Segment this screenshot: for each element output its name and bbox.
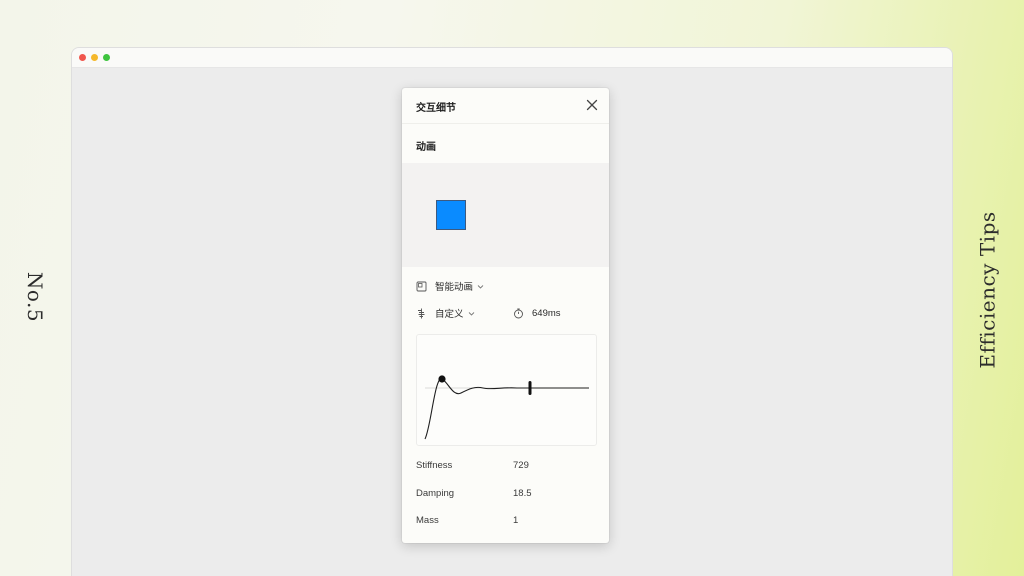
animation-section-title: 动画: [416, 142, 436, 153]
animation-type-label: 智能动画: [435, 282, 474, 293]
episode-number: No.5: [23, 271, 47, 323]
damping-value[interactable]: 18.5: [513, 488, 532, 499]
panel-header: 交互细节: [402, 88, 609, 124]
easing-dropdown[interactable]: 自定义: [416, 306, 475, 320]
series-title: Efficiency Tips: [976, 211, 1000, 369]
side-label-left: No.5: [20, 262, 50, 332]
preview-layer-square: [436, 200, 466, 230]
spring-curve: [424, 378, 589, 440]
duration-field[interactable]: 649ms: [513, 306, 561, 320]
duration-value: 649ms: [532, 307, 561, 319]
easing-icon: [418, 308, 425, 318]
close-panel-button[interactable]: [585, 98, 599, 112]
stiffness-value[interactable]: 729: [513, 460, 529, 471]
chevron-down-icon: [468, 311, 474, 316]
panel-title: 交互细节: [416, 103, 456, 114]
maximize-window-button[interactable]: [103, 54, 110, 61]
animation-preview: [402, 163, 609, 267]
easing-label: 自定义: [435, 309, 464, 320]
interaction-details-panel: 交互细节 动画 智能动画 自定义 649ms Stiffness 729 Dam…: [402, 88, 609, 543]
curve-start-handle[interactable]: [438, 375, 446, 383]
close-icon: [586, 99, 598, 111]
spring-curve-graph: [424, 375, 589, 440]
damping-label: Damping: [416, 488, 455, 499]
mass-value[interactable]: 1: [513, 515, 518, 526]
minimize-window-button[interactable]: [91, 54, 98, 61]
smart-animate-icon: [416, 281, 427, 291]
timer-icon: [514, 308, 523, 318]
settle-marker[interactable]: [528, 381, 532, 395]
close-window-button[interactable]: [79, 54, 86, 61]
stiffness-label: Stiffness: [416, 460, 453, 471]
animation-type-dropdown[interactable]: 智能动画: [416, 279, 484, 293]
chevron-down-icon: [477, 284, 484, 289]
spring-curve-editor[interactable]: [416, 334, 597, 446]
window-titlebar: [72, 48, 952, 68]
mass-label: Mass: [416, 515, 439, 526]
side-label-right: Efficiency Tips: [970, 210, 1006, 370]
